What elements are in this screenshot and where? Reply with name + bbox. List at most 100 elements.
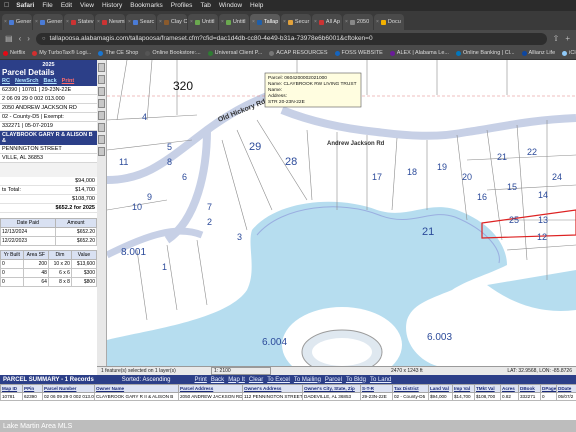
tab-11[interactable]: × 2050 — [343, 14, 373, 30]
bookmark-label: ALEX | Alabama Le... — [396, 50, 449, 56]
bookmark-2[interactable]: The CE Shop — [98, 50, 138, 56]
summary-col-header[interactable]: Parcel Number — [42, 384, 95, 393]
rc-link[interactable]: RC — [2, 78, 10, 84]
close-icon[interactable]: × — [66, 19, 69, 25]
sidebar-icon[interactable]: ▤ — [5, 34, 13, 43]
select-icon[interactable] — [98, 111, 105, 120]
full-extent-icon[interactable] — [98, 135, 105, 144]
tab-9[interactable]: × Secur — [281, 14, 311, 30]
summary-col-header[interactable]: Imp Val — [452, 384, 475, 393]
close-icon[interactable]: × — [283, 19, 286, 25]
close-icon[interactable]: × — [35, 19, 38, 25]
summary-row[interactable]: 10781 62390 02 06 09 29 0 002 013.000 CLAYB… — [0, 392, 576, 401]
forward-icon[interactable]: › — [27, 34, 30, 43]
menu-bookmarks[interactable]: Bookmarks — [130, 2, 163, 9]
back-link[interactable]: Back — [44, 78, 57, 84]
bookmark-10[interactable]: iCloud — [562, 50, 576, 56]
bookmark-8[interactable]: Online Banking | Cl... — [455, 50, 515, 56]
summary-col-header[interactable]: DPage — [540, 384, 557, 393]
bookmark-7[interactable]: ALEX | Alabama Le... — [389, 50, 449, 56]
summary-col-header[interactable]: Owner Name — [94, 384, 179, 393]
menu-app[interactable]: Safari — [16, 2, 34, 9]
tab-4[interactable]: × Searc — [126, 14, 156, 30]
close-icon[interactable]: × — [159, 19, 162, 25]
tab-1[interactable]: × Gener — [33, 14, 63, 30]
summary-col-header[interactable]: DBook — [518, 384, 541, 393]
menu-file[interactable]: File — [42, 2, 52, 9]
zoom-out-icon[interactable] — [98, 75, 105, 84]
tab-3[interactable]: × Newmi — [95, 14, 125, 30]
menu-help[interactable]: Help — [250, 2, 263, 9]
tab-10[interactable]: × All Ap — [312, 14, 342, 30]
menu-view[interactable]: View — [80, 2, 94, 9]
close-icon[interactable]: × — [314, 19, 317, 25]
tab-2[interactable]: × Statev — [64, 14, 94, 30]
menu-history[interactable]: History — [102, 2, 122, 9]
summary-link-clear[interactable]: Clear — [249, 377, 263, 383]
bookmark-0[interactable]: Netflix — [3, 50, 25, 56]
bookmark-4[interactable]: Universal Client P... — [207, 50, 262, 56]
new-tab-icon[interactable]: + — [565, 34, 570, 43]
tab-5[interactable]: × Clay C — [157, 14, 187, 30]
identify-popup[interactable]: Parcel: 0604200002021000 Name: CLAYBROOK… — [264, 72, 362, 108]
summary-link-to-excel[interactable]: To Excel — [267, 377, 290, 383]
summary-link-to-land[interactable]: To Land — [370, 377, 391, 383]
parcel-map[interactable]: 320 29 28 21 8.001 6.004 6.003 17 18 19 20 21 22 24 25… — [107, 60, 576, 366]
close-icon[interactable]: × — [128, 19, 131, 25]
bookmark-1[interactable]: My TurboTax® Logi... — [32, 50, 91, 56]
close-icon[interactable]: × — [252, 19, 255, 25]
bookmark-9[interactable]: Allianz Life — [521, 50, 555, 56]
layers-icon[interactable] — [98, 147, 105, 156]
menu-profiles[interactable]: Profiles — [171, 2, 193, 9]
map-canvas[interactable]: 3202928218.0016.004 6.00317 18 192021 222425… — [107, 60, 576, 366]
summary-cell: 0.82 — [500, 392, 519, 401]
pan-icon[interactable] — [98, 87, 105, 96]
scale-field[interactable]: 1: 2100 — [211, 367, 271, 375]
summary-col-header[interactable]: TMkt Val — [474, 384, 501, 393]
close-icon[interactable]: × — [221, 19, 224, 25]
new-search-link[interactable]: NewSrch — [15, 78, 39, 84]
summary-col-header[interactable]: DDate — [556, 384, 576, 393]
bookmark-icon — [32, 50, 38, 56]
close-icon[interactable]: × — [190, 19, 193, 25]
url-field[interactable]: ○ tallapoosa.alabamagis.com/tallapoosa/f… — [35, 32, 547, 45]
summary-col-header[interactable]: Map ID — [0, 384, 23, 393]
summary-col-header[interactable]: Tax District — [392, 384, 429, 393]
summary-col-header[interactable]: PPin — [22, 384, 43, 393]
zoom-in-icon[interactable] — [98, 63, 105, 72]
share-icon[interactable]: ⇧ — [553, 34, 560, 43]
measure-icon[interactable] — [98, 123, 105, 132]
tab-6[interactable]: × Untitl — [188, 14, 218, 30]
close-icon[interactable]: × — [97, 19, 100, 25]
summary-link-back[interactable]: Back — [211, 377, 224, 383]
tab-0[interactable]: × Gener — [2, 14, 32, 30]
tab-12[interactable]: × Docu — [374, 14, 404, 30]
summary-col-header[interactable]: Land Val — [428, 384, 453, 393]
back-icon[interactable]: ‹ — [19, 34, 22, 43]
apple-icon[interactable]:  — [4, 2, 9, 9]
summary-col-header[interactable]: Owner's Address — [242, 384, 303, 393]
tab-8[interactable]: × Tallap — [250, 14, 280, 30]
summary-col-header[interactable]: Acres — [500, 384, 519, 393]
summary-link-parcel[interactable]: Parcel — [325, 377, 342, 383]
close-icon[interactable]: × — [4, 19, 7, 25]
menu-tab[interactable]: Tab — [200, 2, 210, 9]
bookmark-3[interactable]: Online Bookstore:... — [145, 50, 201, 56]
bookmark-6[interactable]: FOSS WEBSITE — [334, 50, 383, 56]
summary-col-header[interactable]: Parcel Address — [178, 384, 243, 393]
close-icon[interactable]: × — [345, 19, 348, 25]
summary-col-header[interactable]: S-T-R — [360, 384, 393, 393]
tab-7[interactable]: × Untitl — [219, 14, 249, 30]
summary-link-to-mailing[interactable]: To Mailing — [294, 377, 321, 383]
summary-link-map-it[interactable]: Map It — [228, 377, 245, 383]
menu-window[interactable]: Window — [219, 2, 242, 9]
summary-col-header[interactable]: Owner's City, State, Zip — [302, 384, 361, 393]
bookmark-5[interactable]: ACAP RESOURCES — [269, 50, 328, 56]
menu-edit[interactable]: Edit — [61, 2, 72, 9]
section-label: 6.004 — [262, 337, 287, 348]
identify-icon[interactable] — [98, 99, 105, 108]
summary-link-print[interactable]: Print — [195, 377, 207, 383]
summary-link-to-bldg[interactable]: To Bldg — [346, 377, 366, 383]
print-link[interactable]: Print — [62, 78, 75, 84]
close-icon[interactable]: × — [376, 19, 379, 25]
